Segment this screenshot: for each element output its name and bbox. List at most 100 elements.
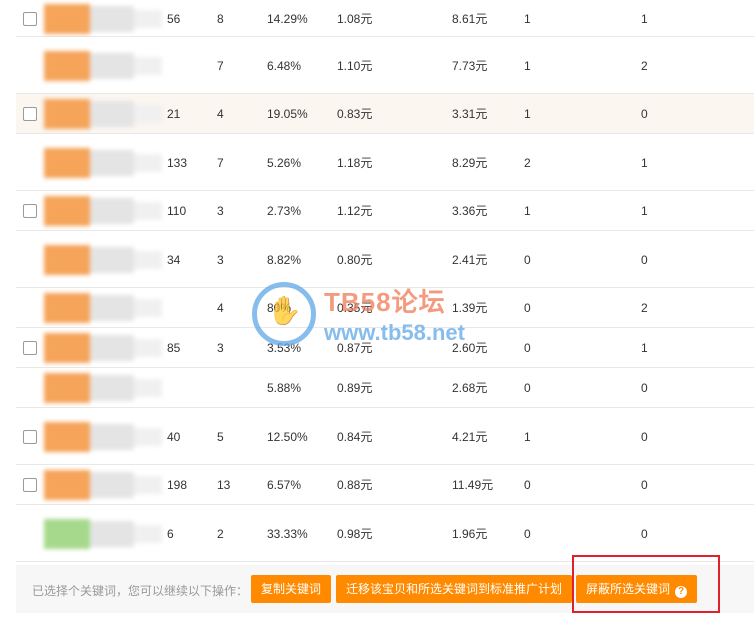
cell-c5: 1 [524,429,531,444]
cell-c2: 4 [217,107,224,121]
cell-c1: 198 [167,478,188,492]
cell-c2: 3 [217,341,224,355]
table-row[interactable]: 5.88% 0.89元 2.68元 0 0 [16,368,754,408]
cell-rate: 14.29% [267,11,308,26]
cell-cpc: 0.83元 [337,107,373,121]
cell-cpc: 0.80元 [337,252,373,267]
cell-c5: 0 [524,341,531,355]
cell-c6: 0 [641,478,648,492]
cell-c5: 0 [524,526,531,541]
cell-rate: 5.88% [267,381,302,395]
cell-cost: 8.29元 [452,155,488,170]
keyword-thumbnail-redacted [44,242,164,278]
keyword-table: 56 8 14.29% 1.08元 8.61元 1 1 7 6.48% 1.10元 7.73元 1 2 2… [16,0,754,562]
cell-cost: 3.36元 [452,204,488,218]
cell-cpc: 1.12元 [337,204,373,218]
cell-c5: 0 [524,478,531,492]
row-checkbox[interactable] [23,204,37,218]
cell-cpc: 0.88元 [337,478,373,492]
keyword-thumbnail-redacted [44,145,164,181]
selection-status-label: 已选择个关键词，您可以继续以下操作： [32,584,249,598]
cell-c2: 13 [217,478,231,492]
cell-c1: 85 [167,341,181,355]
keyword-thumbnail-redacted [44,467,164,503]
table-row[interactable]: 34 3 8.82% 0.80元 2.41元 0 0 [16,231,754,288]
cell-c2: 2 [217,526,224,541]
cell-c2: 8 [217,11,224,26]
cell-c6: 0 [641,526,648,541]
row-checkbox[interactable] [23,429,37,444]
cell-c6: 2 [641,58,648,73]
cell-cost: 11.49元 [452,478,494,492]
row-checkbox[interactable] [23,478,37,492]
cell-c6: 1 [641,11,648,26]
cell-c1: 21 [167,107,181,121]
cell-c6: 2 [641,301,648,315]
cell-cost: 1.96元 [452,526,488,541]
cell-c6: 1 [641,204,648,218]
cell-cost: 7.73元 [452,58,488,73]
table-row[interactable]: 133 7 5.26% 1.18元 8.29元 2 1 [16,134,754,191]
table-row[interactable]: 6 2 33.33% 0.98元 1.96元 0 0 [16,505,754,562]
cell-c5: 2 [524,155,531,170]
keyword-thumbnail-redacted [44,290,164,326]
cell-c1: 34 [167,252,181,267]
cell-c6: 0 [641,107,648,121]
cell-c2: 3 [217,204,224,218]
cell-c2: 7 [217,155,224,170]
watermark-title: TB58论坛 [324,287,446,317]
cell-cpc: 0.84元 [337,429,373,444]
cell-cpc: 1.08元 [337,11,373,26]
table-row[interactable]: 21 4 19.05% 0.83元 3.31元 1 0 [16,94,754,134]
cell-c5: 0 [524,381,531,395]
cell-rate: 6.48% [267,58,302,73]
cell-cost: 2.68元 [452,381,488,395]
keyword-thumbnail-redacted [44,96,164,132]
cell-rate: 19.05% [267,107,308,121]
cell-rate: 33.33% [267,526,308,541]
cell-c2: 5 [217,429,224,444]
table-row[interactable]: 198 13 6.57% 0.88元 11.49元 0 0 [16,465,754,505]
cell-c1: 56 [167,11,181,26]
cell-c1: 110 [167,204,187,218]
cell-rate: 12.50% [267,429,308,444]
cell-c6: 1 [641,155,648,170]
cell-rate: 2.73% [267,204,302,218]
cell-cpc: 0.89元 [337,381,373,395]
cell-cpc: 1.10元 [337,58,373,73]
copy-keywords-button[interactable]: 复制关键词 [251,575,332,603]
keyword-thumbnail-redacted [44,516,164,552]
row-checkbox[interactable] [23,107,37,121]
cell-cost: 4.21元 [452,429,488,444]
migrate-keywords-button[interactable]: 迁移该宝贝和所选关键词到标准推广计划 [336,575,573,603]
cell-cost: 3.31元 [452,107,488,121]
table-row[interactable]: 40 5 12.50% 0.84元 4.21元 1 0 [16,408,754,465]
cell-c1: 6 [167,526,174,541]
cell-c5: 1 [524,11,531,26]
table-row[interactable]: 7 6.48% 1.10元 7.73元 1 2 [16,37,754,94]
cell-c2: 3 [217,252,224,267]
cell-c2: 4 [217,301,224,315]
row-checkbox[interactable] [23,341,37,355]
watermark-url: www.tb58.net [324,320,465,345]
cell-rate: 5.26% [267,155,302,170]
cell-cost: 2.41元 [452,252,488,267]
cell-c5: 1 [524,58,531,73]
cell-c5: 1 [524,107,531,121]
keyword-thumbnail-redacted [44,419,164,455]
keyword-thumbnail-redacted [44,330,164,366]
cell-c1: 133 [167,155,188,170]
cell-c5: 1 [524,204,531,218]
keyword-thumbnail-redacted [44,370,164,406]
cell-c5: 0 [524,301,531,315]
table-row[interactable]: 56 8 14.29% 1.08元 8.61元 1 1 [16,0,754,37]
cell-c2: 7 [217,58,224,73]
cell-rate: 8.82% [267,252,302,267]
cell-c5: 0 [524,252,531,267]
cell-c6: 0 [641,381,648,395]
table-row[interactable]: 110 3 2.73% 1.12元 3.36元 1 1 [16,191,754,231]
keyword-thumbnail-redacted [44,193,164,229]
cell-cpc: 1.18元 [337,155,373,170]
row-checkbox[interactable] [23,11,37,26]
cell-c1: 40 [167,429,181,444]
